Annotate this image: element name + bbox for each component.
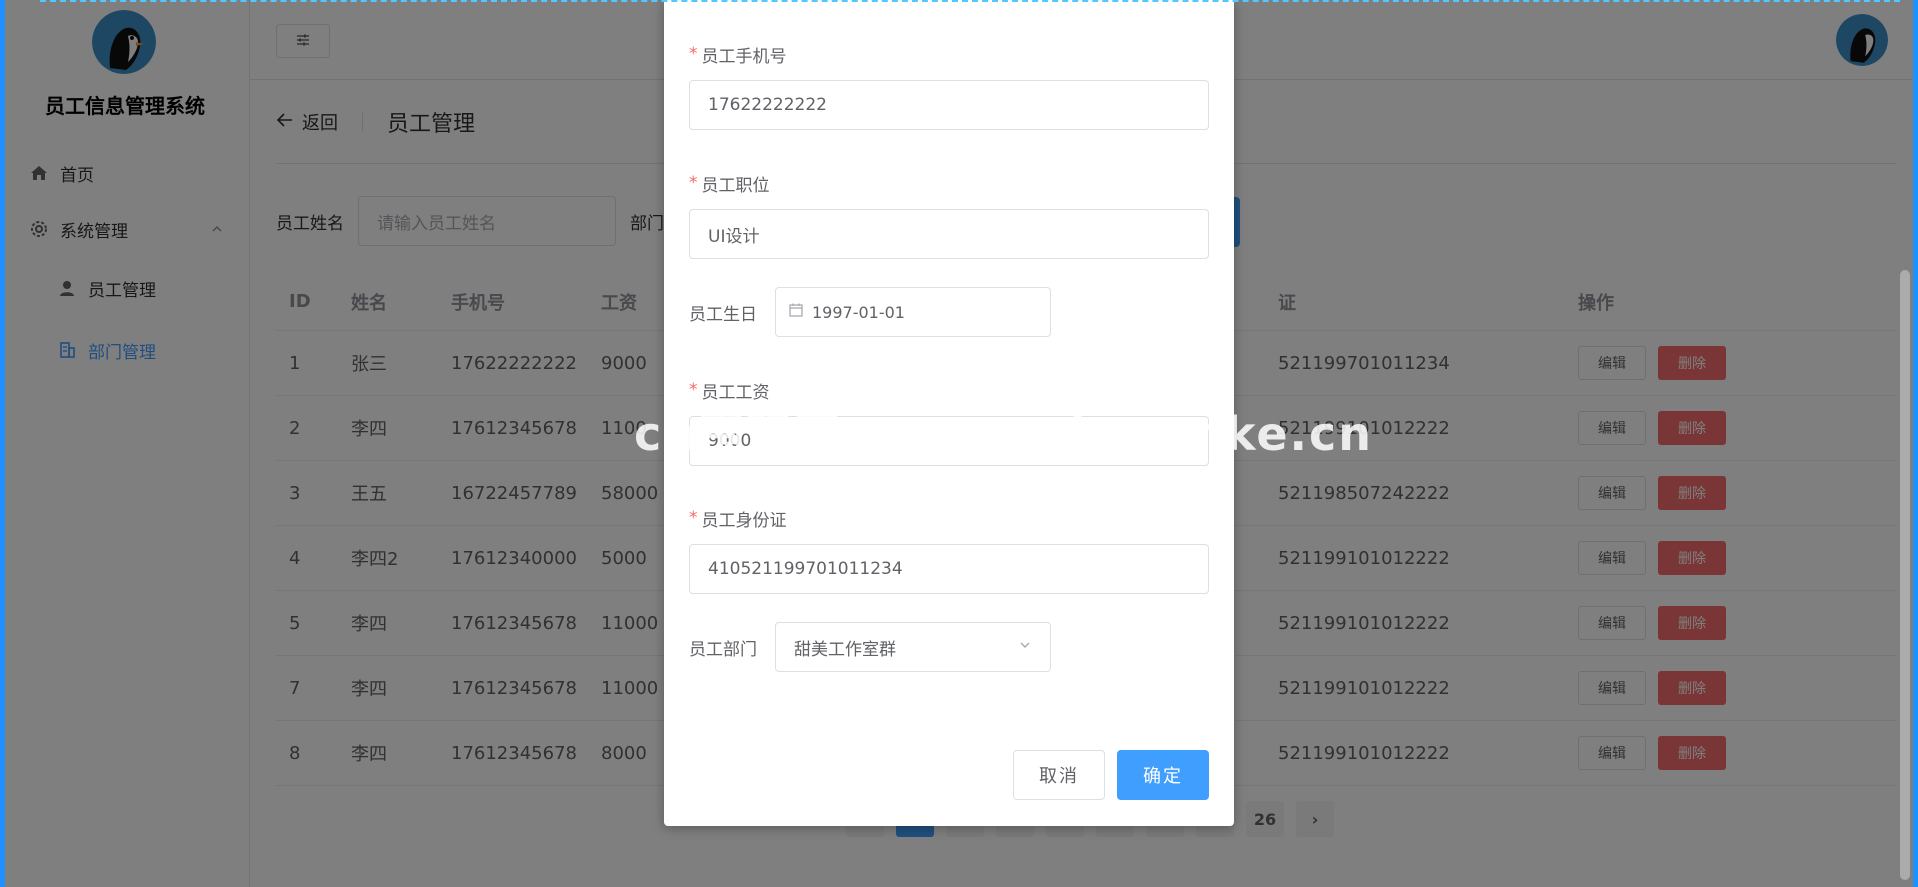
form-item-idcard: * 员工身份证 410521199701011234	[689, 506, 1209, 594]
birthday-date-picker[interactable]: 1997-01-01	[775, 287, 1051, 337]
phone-label: * 员工手机号	[689, 42, 1209, 67]
position-label: * 员工职位	[689, 171, 1209, 196]
form-item-birthday: 员工生日 1997-01-01	[689, 287, 1051, 337]
frame-border	[40, 0, 1900, 2]
chevron-down-icon	[1018, 637, 1032, 657]
department-value: 甜美工作室群	[794, 639, 896, 660]
required-mark: *	[689, 508, 698, 528]
position-input[interactable]: UI设计	[689, 209, 1209, 259]
required-mark: *	[689, 173, 698, 193]
department-select[interactable]: 甜美工作室群	[775, 622, 1051, 672]
phone-label-text: 员工手机号	[701, 46, 787, 67]
form-item-department: 员工部门 甜美工作室群	[689, 622, 1051, 672]
birthday-value: 1997-01-01	[812, 302, 905, 322]
frame-border	[1913, 0, 1918, 887]
position-label-text: 员工职位	[701, 175, 770, 196]
dept-label: 员工部门	[689, 639, 757, 660]
idcard-label-text: 员工身份证	[701, 510, 787, 531]
app-root: 员工信息管理系统 首页 系统管理	[0, 0, 1918, 887]
confirm-button[interactable]: 确定	[1117, 750, 1209, 800]
phone-input[interactable]: 17622222222	[689, 80, 1209, 130]
form-item-phone: * 员工手机号 17622222222	[689, 42, 1209, 130]
watermark: cn围观客www.weiguanke.cn	[634, 407, 1374, 461]
cancel-button[interactable]: 取消	[1013, 750, 1105, 800]
birthday-label: 员工生日	[689, 304, 757, 325]
required-mark: *	[689, 44, 698, 64]
idcard-input[interactable]: 410521199701011234	[689, 544, 1209, 594]
idcard-label: * 员工身份证	[689, 506, 1209, 531]
frame-border	[0, 0, 5, 887]
scrollbar[interactable]	[1900, 270, 1910, 880]
dialog-footer: 取消 确定	[1013, 750, 1209, 800]
form-item-position: * 员工职位 UI设计	[689, 171, 1209, 259]
required-mark: *	[689, 380, 698, 400]
calendar-icon	[788, 302, 812, 322]
